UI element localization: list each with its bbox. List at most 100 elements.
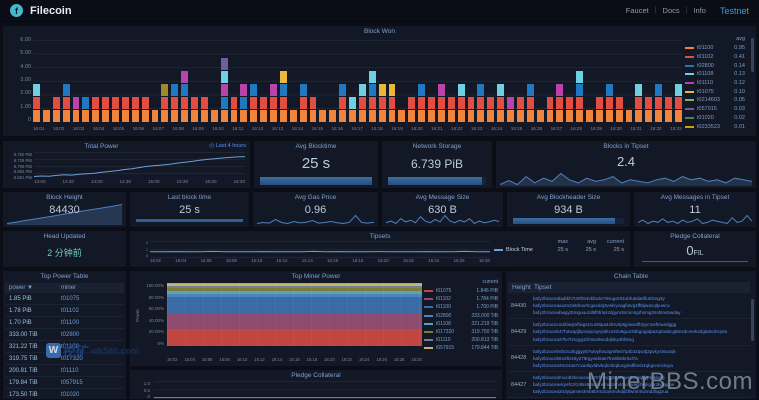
legend-series-name[interactable]: t0233523 <box>697 124 734 130</box>
cid-line[interactable]: bafy2bzaceb6nzlkr26y279rgyvahtae7lrw5b6b… <box>533 355 747 362</box>
legend-series-name[interactable]: t0214603 <box>697 97 734 103</box>
tipsets-line <box>150 241 490 258</box>
panel-title-avg-gas-price[interactable]: Avg Gas Price <box>253 194 378 201</box>
panel-title-avg-blocktime[interactable]: Avg Blocktime <box>254 143 378 150</box>
legend-series-name[interactable]: t01110 <box>697 80 734 86</box>
bar-segment <box>280 110 287 122</box>
legend-item[interactable]: t02335230.01 <box>685 122 753 131</box>
panel-title-pledge-collateral-chart[interactable]: Pledge Collateral <box>130 372 502 379</box>
time-range-picker[interactable]: ◷ Last 4 hours <box>209 143 246 149</box>
legend-item[interactable]: t011080.13 <box>685 70 753 79</box>
miner-cell[interactable]: t02800 <box>61 332 120 338</box>
nav-link-info[interactable]: Info <box>693 6 706 15</box>
legend-item[interactable]: t011000.95 <box>685 44 753 53</box>
legend-series-name[interactable]: t01102 <box>436 296 476 302</box>
legend-series-name[interactable]: t01102 <box>697 54 734 60</box>
panel-title-network-storage[interactable]: Network Storage <box>382 143 492 150</box>
legend-series-name[interactable]: t01110 <box>436 337 471 343</box>
legend-item[interactable]: t010750.10 <box>685 87 753 96</box>
bar-segment <box>438 97 445 109</box>
legend-series-name[interactable]: t01075 <box>697 89 734 95</box>
legend-col-label[interactable]: max <box>540 239 568 245</box>
legend-series-name[interactable]: t02800 <box>436 313 471 319</box>
legend-series-name[interactable]: t057915 <box>697 106 734 112</box>
legend-series-name[interactable]: t01108 <box>697 71 734 77</box>
testnet-button[interactable]: Testnet <box>720 6 749 16</box>
height-cell: 84430 <box>511 295 533 316</box>
block-won-bar <box>142 97 149 122</box>
panel-title-blocks-in-tipset[interactable]: Blocks in Tipset <box>496 143 756 150</box>
panel-title-top-power-table[interactable]: Top Power Table <box>3 273 126 280</box>
tick-label: 16:08 <box>219 357 229 364</box>
miner-cell[interactable]: t01102 <box>61 308 120 314</box>
legend-col-label[interactable]: avg <box>568 239 596 245</box>
legend-item[interactable]: t028000.14 <box>685 61 753 70</box>
legend-scrollbar[interactable] <box>751 38 754 72</box>
nav-link-docs[interactable]: Docs <box>663 6 680 15</box>
miner-cell[interactable]: t01100 <box>61 320 120 326</box>
legend-item[interactable]: t02146030.05 <box>685 96 753 105</box>
legend-item[interactable]: t010751.846 PiB <box>424 287 500 295</box>
legend-series-name[interactable]: t01100 <box>436 304 476 310</box>
legend-header[interactable]: current <box>424 279 500 287</box>
legend-item[interactable]: t0579150.03 <box>685 105 753 114</box>
bar-segment <box>576 84 583 96</box>
column-header-height[interactable]: Height <box>512 284 534 291</box>
column-header-tipset[interactable]: Tipset <box>534 284 551 291</box>
cid-line[interactable]: bafy2bzaceabwgy3tmguuuzd5fhfrluszdgym3om… <box>533 309 747 316</box>
cid-line[interactable]: bafy2bzacedtadtkh7t36fr64vkfacte76sugor0… <box>533 295 747 302</box>
legend-series-name[interactable]: t057915 <box>436 345 471 351</box>
bar-segment <box>596 97 603 109</box>
miner-cell[interactable]: t01020 <box>61 392 120 398</box>
legend-item[interactable]: t017320319.750 TiB <box>424 328 500 336</box>
legend-swatch <box>424 306 433 308</box>
legend-item[interactable]: t01110200.813 TiB <box>424 336 500 344</box>
block-won-bar <box>635 84 642 122</box>
cid-line[interactable]: bafy2bzacecod2lavjtnflwgszcuzt6pa4zbrurl… <box>533 321 747 328</box>
panel-title-avg-blockheader-size[interactable]: Avg Blockheader Size <box>507 194 630 201</box>
legend-item[interactable]: t010200.02 <box>685 114 753 123</box>
legend-series-name[interactable]: t017320 <box>436 329 471 335</box>
legend-item[interactable]: t011020.41 <box>685 53 753 62</box>
panel-title-total-power[interactable]: Total Power <box>43 143 160 150</box>
cid-line[interactable]: bafy2bzacebvbr2u3lqjgyp57wlvyfwu3gmf6vl7… <box>533 348 747 355</box>
legend-item[interactable]: t01108321.219 TiB <box>424 320 500 328</box>
panel-title-avg-messages-in-tipset[interactable]: Avg Messages in Tipset <box>634 194 756 201</box>
block-won-bar <box>43 110 50 122</box>
miner-cell[interactable]: t057915 <box>61 380 120 386</box>
miner-cell[interactable]: t01110 <box>61 368 120 374</box>
panel-title-last-block-time[interactable]: Last block time <box>130 194 249 201</box>
legend-item[interactable]: t011001.700 PiB <box>424 303 500 311</box>
legend-item[interactable]: Block Time25 s25 s25 s <box>494 247 624 253</box>
tipset-cell: bafy2bzacecod2lavjtnflwgszcuzt6pa4zbrurl… <box>533 321 747 342</box>
nav-link-faucet[interactable]: Faucet <box>626 6 649 15</box>
miner-cell[interactable]: t01075 <box>61 296 120 302</box>
panel-title-avg-message-size[interactable]: Avg Message Size <box>382 194 503 201</box>
legend-item[interactable]: t057915179.844 TiB <box>424 344 500 352</box>
chain-table-scrollbar[interactable] <box>751 299 754 341</box>
legend-series-name[interactable]: t01100 <box>697 45 734 51</box>
legend-item[interactable]: t011021.784 PiB <box>424 295 500 303</box>
block-won-legend: avg t011000.95t011020.41t028000.14t01108… <box>685 36 753 131</box>
cid-line[interactable]: bafy2bzaceb47h2wqdjhpvwpcayvjotkcs32o6gu… <box>533 328 747 335</box>
legend-item[interactable]: t02800333.000 TiB <box>424 312 500 320</box>
panel-title-pledge-collateral[interactable]: Pledge Collateral <box>634 233 756 240</box>
legend-series-name[interactable]: t01108 <box>436 321 471 327</box>
column-header-power[interactable]: power ▼ <box>9 285 61 291</box>
legend-series-name[interactable]: t02800 <box>697 63 734 69</box>
panel-title-block-won[interactable]: Block Won <box>3 28 756 35</box>
legend-series-name[interactable]: Block Time <box>506 247 540 253</box>
cid-line[interactable]: bafy2bzacea27le7tzvqyg2zhswnlwcdqlsky4bh… <box>533 336 747 343</box>
legend-col-label[interactable]: current <box>596 239 624 245</box>
legend-series-name[interactable]: t01075 <box>436 288 476 294</box>
legend-header[interactable]: avg <box>685 36 753 44</box>
legend-series-name[interactable]: t01020 <box>697 115 734 121</box>
legend-item[interactable]: t011100.12 <box>685 79 753 88</box>
panel-title-block-height[interactable]: Block Height <box>3 194 126 201</box>
column-header-miner[interactable]: miner <box>61 285 76 291</box>
panel-title-chain-table[interactable]: Chain Table <box>506 273 756 280</box>
bar-segment <box>507 110 514 122</box>
panel-title-head-updated[interactable]: Head Updated <box>3 233 126 240</box>
filecoin-logo-icon: f <box>10 4 23 17</box>
cid-line[interactable]: bafy2bzaceaau2o2wtdruvrtcgavd4j3vwlvyvag… <box>533 302 747 309</box>
